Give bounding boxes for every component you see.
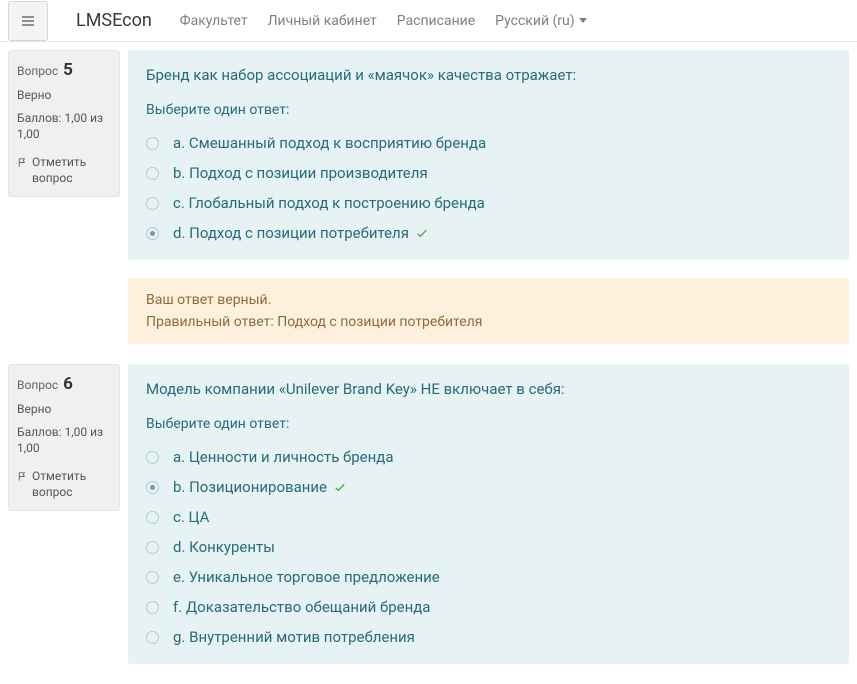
answer-text: a. Ценности и личность бренда [173, 448, 393, 466]
question-info-panel: Вопрос 6 Верно Баллов: 1,00 из 1,00 Отметит… [8, 364, 120, 511]
nav-link-schedule[interactable]: Расписание [387, 3, 485, 39]
question-formulation: Бренд как набор ассоциаций и «маячок» ка… [128, 50, 849, 260]
nav-link-faculty[interactable]: Факультет [170, 3, 258, 39]
flag-icon [17, 471, 28, 482]
radio-icon [146, 511, 159, 524]
question-status: Верно [17, 87, 111, 104]
flag-question-button[interactable]: Отметить вопрос [17, 463, 111, 500]
answer-label: d. Подход с позиции потребителя [173, 224, 429, 242]
flag-label: Отметить вопрос [32, 469, 111, 500]
answer-label: a. Смешанный подход к восприятию бренда [173, 134, 486, 152]
question-number-label: Вопрос [17, 378, 61, 392]
radio-icon [146, 631, 159, 644]
radio-icon [146, 137, 159, 150]
feedback-box: Ваш ответ верный. Правильный ответ: Подхо… [128, 278, 849, 344]
question-score: Баллов: 1,00 из 1,00 [17, 110, 111, 144]
radio-icon [146, 601, 159, 614]
nav-link-cabinet[interactable]: Личный кабинет [258, 3, 387, 39]
answer-text: b. Позиционирование [173, 478, 327, 496]
check-icon [333, 480, 347, 494]
question-block: Вопрос 6 Верно Баллов: 1,00 из 1,00 Отметит… [8, 364, 849, 664]
answer-label: c. Глобальный подход к построению бренда [173, 194, 485, 212]
flag-question-button[interactable]: Отметить вопрос [17, 149, 111, 186]
answer-option[interactable]: a. Смешанный подход к восприятию бренда [146, 128, 831, 158]
feedback-correct: Правильный ответ: Подход с позиции потре… [146, 314, 831, 330]
answer-option[interactable]: b. Позиционирование [146, 472, 831, 502]
answer-label: a. Ценности и личность бренда [173, 448, 393, 466]
radio-icon [146, 451, 159, 464]
answer-text: e. Уникальное торговое предложение [173, 568, 440, 586]
radio-icon [146, 167, 159, 180]
hamburger-icon [20, 13, 36, 29]
question-text: Модель компании «Unilever Brand Key» НЕ … [146, 380, 831, 398]
answer-label: g. Внутренний мотив потребления [173, 628, 415, 646]
nav-language-label: Русский (ru) [495, 13, 574, 29]
flag-label: Отметить вопрос [32, 155, 111, 186]
answer-option[interactable]: a. Ценности и личность бренда [146, 442, 831, 472]
answer-option[interactable]: c. Глобальный подход к построению бренда [146, 188, 831, 218]
radio-icon [146, 571, 159, 584]
menu-toggle-button[interactable] [8, 1, 48, 41]
answer-text: c. ЦА [173, 508, 209, 526]
question-text: Бренд как набор ассоциаций и «маячок» ка… [146, 66, 831, 84]
question-number-label: Вопрос [17, 64, 61, 78]
radio-icon [146, 197, 159, 210]
nav-links: Факультет Личный кабинет Расписание Русс… [170, 3, 597, 39]
feedback-status: Ваш ответ верный. [146, 292, 831, 308]
answer-option[interactable]: g. Внутренний мотив потребления [146, 622, 831, 652]
answer-option[interactable]: f. Доказательство обещаний бренда [146, 592, 831, 622]
answer-text: f. Доказательство обещаний бренда [173, 598, 430, 616]
answer-text: g. Внутренний мотив потребления [173, 628, 415, 646]
page-content: Вопрос 5 Верно Баллов: 1,00 из 1,00 Отметит… [0, 42, 857, 664]
answer-text: a. Смешанный подход к восприятию бренда [173, 134, 486, 152]
radio-icon [146, 541, 159, 554]
question-score: Баллов: 1,00 из 1,00 [17, 424, 111, 458]
answer-label: e. Уникальное торговое предложение [173, 568, 440, 586]
answer-label: d. Конкуренты [173, 538, 275, 556]
answer-option[interactable]: d. Подход с позиции потребителя [146, 218, 831, 248]
question-status: Верно [17, 401, 111, 418]
question-content: Модель компании «Unilever Brand Key» НЕ … [128, 364, 849, 664]
question-formulation: Модель компании «Unilever Brand Key» НЕ … [128, 364, 849, 664]
answer-label: f. Доказательство обещаний бренда [173, 598, 430, 616]
question-number: 5 [63, 60, 73, 80]
nav-link-language[interactable]: Русский (ru) [485, 3, 596, 39]
flag-icon [17, 157, 28, 168]
answer-option[interactable]: b. Подход с позиции производителя [146, 158, 831, 188]
chevron-down-icon [579, 18, 587, 23]
navbar: LMSEcon Факультет Личный кабинет Расписа… [0, 0, 857, 42]
answer-option[interactable]: d. Конкуренты [146, 532, 831, 562]
answer-text: b. Подход с позиции производителя [173, 164, 428, 182]
answer-label: b. Подход с позиции производителя [173, 164, 428, 182]
radio-icon [146, 481, 159, 494]
answer-option[interactable]: e. Уникальное торговое предложение [146, 562, 831, 592]
brand-title[interactable]: LMSEcon [76, 10, 152, 31]
answer-text: d. Подход с позиции потребителя [173, 224, 409, 242]
question-content: Бренд как набор ассоциаций и «маячок» ка… [128, 50, 849, 344]
answer-label: c. ЦА [173, 508, 209, 526]
answer-text: c. Глобальный подход к построению бренда [173, 194, 485, 212]
answer-label: b. Позиционирование [173, 478, 347, 496]
answer-option[interactable]: c. ЦА [146, 502, 831, 532]
radio-icon [146, 227, 159, 240]
question-block: Вопрос 5 Верно Баллов: 1,00 из 1,00 Отметит… [8, 50, 849, 344]
question-info-panel: Вопрос 5 Верно Баллов: 1,00 из 1,00 Отметит… [8, 50, 120, 197]
answer-text: d. Конкуренты [173, 538, 275, 556]
answer-prompt: Выберите один ответ: [146, 416, 831, 432]
check-icon [415, 226, 429, 240]
answer-prompt: Выберите один ответ: [146, 102, 831, 118]
question-number: 6 [63, 374, 73, 394]
